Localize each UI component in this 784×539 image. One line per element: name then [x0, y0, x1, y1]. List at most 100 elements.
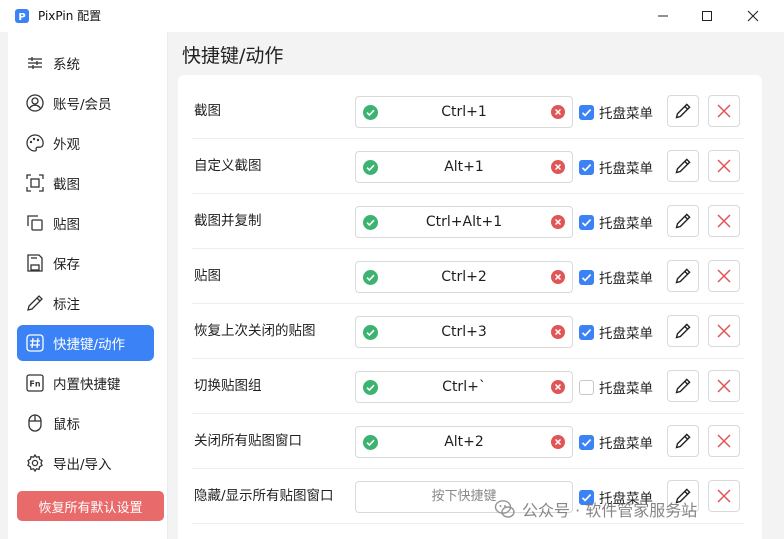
- pencil-icon: [675, 323, 691, 339]
- maximize-button[interactable]: [684, 0, 730, 32]
- shortcut-key-value: Ctrl+`: [442, 379, 486, 395]
- edit-button[interactable]: [667, 315, 699, 347]
- delete-button[interactable]: [708, 425, 740, 457]
- watermark: 公众号 · 软件管家服务站: [494, 497, 697, 521]
- sidebar-item-label: 内置快捷键: [53, 377, 121, 393]
- sidebar-item-save[interactable]: 保存: [17, 245, 154, 281]
- sidebar-item-builtin-shortcuts[interactable]: Fn 内置快捷键: [17, 365, 154, 401]
- tray-menu-checkbox[interactable]: [579, 434, 594, 450]
- edit-button[interactable]: [667, 95, 699, 127]
- sidebar-item-label: 导出/导入: [53, 457, 112, 473]
- delete-x-icon: [717, 489, 731, 503]
- tray-menu-label: 托盘菜单: [599, 106, 653, 122]
- tray-menu-checkbox[interactable]: [579, 214, 594, 230]
- tray-menu-checkbox[interactable]: [579, 104, 594, 120]
- delete-button[interactable]: [708, 95, 740, 127]
- tray-menu-checkbox[interactable]: [579, 159, 594, 175]
- shortcut-row: 自定义截图 Alt+1 托盘菜单: [192, 139, 744, 194]
- reset-defaults-button[interactable]: 恢复所有默认设置: [17, 491, 164, 521]
- tray-menu-toggle[interactable]: 托盘菜单: [579, 206, 665, 238]
- sidebar-item-label: 标注: [53, 297, 80, 313]
- edit-button[interactable]: [667, 150, 699, 182]
- sidebar-item-system[interactable]: 系统: [17, 45, 154, 81]
- edit-button[interactable]: [667, 260, 699, 292]
- shortcut-row: 切换贴图组 Ctrl+` 托盘菜单: [192, 359, 744, 414]
- sidebar-item-pin[interactable]: 贴图: [17, 205, 154, 241]
- clear-shortcut-icon[interactable]: [551, 160, 565, 174]
- clear-shortcut-icon[interactable]: [551, 105, 565, 119]
- tray-menu-toggle[interactable]: 托盘菜单: [579, 426, 665, 458]
- tray-menu-label: 托盘菜单: [599, 216, 653, 232]
- shortcut-key-value: Ctrl+3: [441, 324, 487, 340]
- sidebar-item-label: 系统: [53, 57, 80, 73]
- shortcut-key-value: Alt+1: [444, 159, 484, 175]
- tray-menu-toggle[interactable]: 托盘菜单: [579, 371, 665, 403]
- sidebar-item-appearance[interactable]: 外观: [17, 125, 154, 161]
- sidebar-item-export-import[interactable]: 导出/导入: [17, 445, 154, 481]
- pencil-icon: [675, 378, 691, 394]
- palette-icon: [25, 133, 45, 153]
- page-title: 快捷键/动作: [182, 45, 284, 67]
- edit-button[interactable]: [667, 205, 699, 237]
- shortcut-key-input[interactable]: Alt+2: [355, 426, 573, 458]
- shortcut-key-input[interactable]: Ctrl+`: [355, 371, 573, 403]
- delete-button[interactable]: [708, 205, 740, 237]
- pencil-icon: [675, 268, 691, 284]
- sidebar-item-label: 快捷键/动作: [53, 337, 126, 353]
- minimize-button[interactable]: [640, 0, 686, 32]
- pencil-icon: [675, 213, 691, 229]
- edit-button[interactable]: [667, 370, 699, 402]
- tray-menu-checkbox[interactable]: [579, 269, 594, 285]
- screenshot-icon: [25, 173, 45, 193]
- shortcut-key-value: Ctrl+2: [441, 269, 487, 285]
- checkmark-icon: [581, 273, 592, 282]
- shortcut-name: 截图并复制: [194, 213, 262, 229]
- edit-button[interactable]: [667, 425, 699, 457]
- minimize-icon: [658, 15, 668, 17]
- delete-button[interactable]: [708, 370, 740, 402]
- delete-button[interactable]: [708, 260, 740, 292]
- check-circle-icon: [363, 325, 378, 340]
- checkmark-icon: [581, 328, 592, 337]
- sidebar-item-label: 截图: [53, 177, 80, 193]
- check-circle-icon: [363, 215, 378, 230]
- shortcut-key-value: Alt+2: [444, 434, 484, 450]
- shortcut-key-input[interactable]: Ctrl+3: [355, 316, 573, 348]
- shortcut-key-input[interactable]: Ctrl+1: [355, 96, 573, 128]
- shortcut-key-input[interactable]: Ctrl+2: [355, 261, 573, 293]
- delete-x-icon: [717, 214, 731, 228]
- shortcut-row: 恢复上次关闭的贴图 Ctrl+3 托盘菜单: [192, 304, 744, 359]
- shortcut-name: 隐藏/显示所有贴图窗口: [194, 488, 334, 504]
- shortcut-key-input[interactable]: Ctrl+Alt+1: [355, 206, 573, 238]
- pencil-icon: [675, 103, 691, 119]
- tray-menu-toggle[interactable]: 托盘菜单: [579, 261, 665, 293]
- clear-shortcut-icon[interactable]: [551, 325, 565, 339]
- shortcut-row: 贴图 Ctrl+2 托盘菜单: [192, 249, 744, 304]
- delete-button[interactable]: [708, 480, 740, 512]
- clear-shortcut-icon[interactable]: [551, 435, 565, 449]
- clear-shortcut-icon[interactable]: [551, 270, 565, 284]
- tray-menu-toggle[interactable]: 托盘菜单: [579, 96, 665, 128]
- tray-menu-toggle[interactable]: 托盘菜单: [579, 151, 665, 183]
- clear-shortcut-icon[interactable]: [551, 215, 565, 229]
- wechat-icon: [494, 500, 515, 518]
- sidebar-item-account[interactable]: 账号/会员: [17, 85, 154, 121]
- sidebar-item-mouse[interactable]: 鼠标: [17, 405, 154, 441]
- delete-button[interactable]: [708, 150, 740, 182]
- checkmark-icon: [581, 438, 592, 447]
- watermark-text: 公众号 · 软件管家服务站: [522, 501, 698, 520]
- sidebar-item-screenshot[interactable]: 截图: [17, 165, 154, 201]
- tray-menu-checkbox[interactable]: [579, 324, 594, 340]
- close-button[interactable]: [730, 0, 776, 32]
- maximize-icon: [702, 11, 712, 21]
- tray-menu-label: 托盘菜单: [599, 326, 653, 342]
- delete-button[interactable]: [708, 315, 740, 347]
- sidebar-item-shortcuts[interactable]: 快捷键/动作: [17, 325, 154, 361]
- delete-x-icon: [717, 269, 731, 283]
- tray-menu-checkbox[interactable]: [579, 379, 594, 395]
- sidebar-item-annotate[interactable]: 标注: [17, 285, 154, 321]
- clear-shortcut-icon[interactable]: [551, 380, 565, 394]
- shortcut-key-input[interactable]: Alt+1: [355, 151, 573, 183]
- tray-menu-toggle[interactable]: 托盘菜单: [579, 316, 665, 348]
- shortcut-row: 截图并复制 Ctrl+Alt+1 托盘菜单: [192, 194, 744, 249]
